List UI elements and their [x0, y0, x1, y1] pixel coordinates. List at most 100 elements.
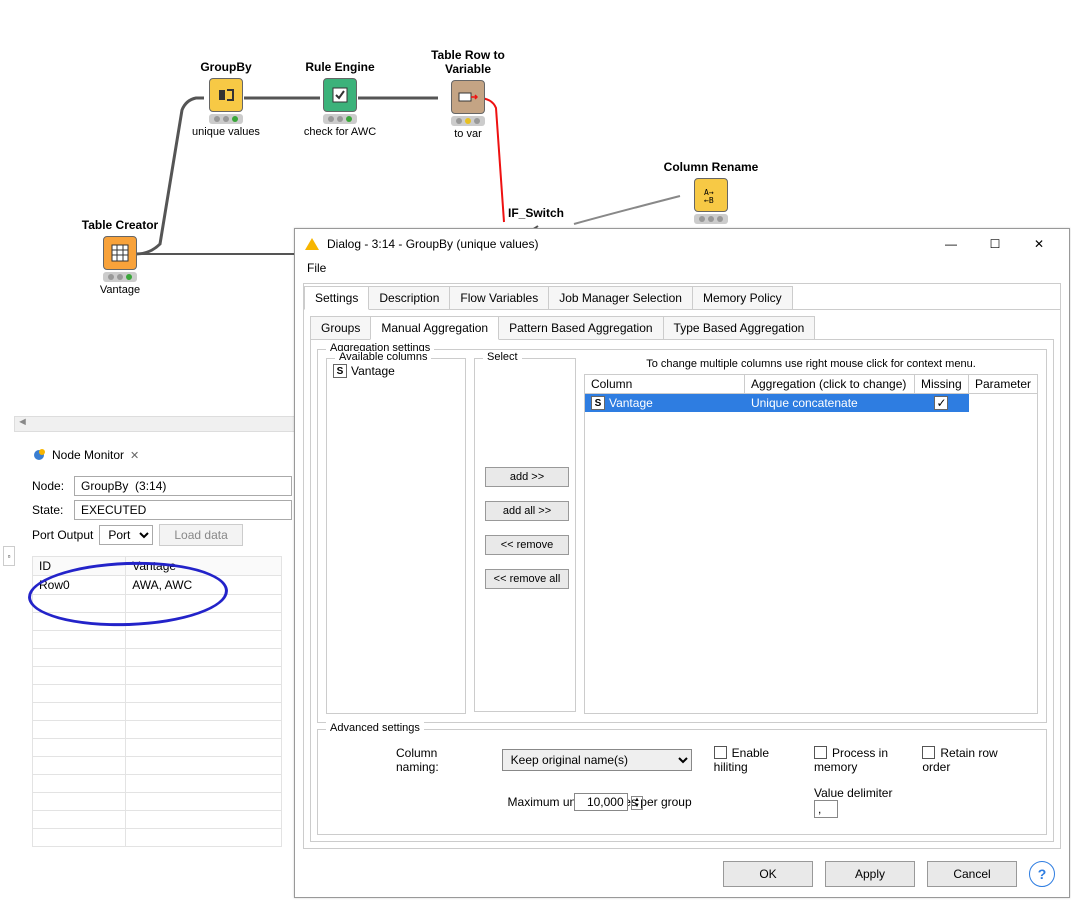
minimize-button[interactable]: — — [929, 230, 973, 258]
node-icon — [209, 78, 243, 112]
aggregation-hint: To change multiple columns use right mou… — [584, 358, 1038, 374]
sub-tabs: Groups Manual Aggregation Pattern Based … — [310, 314, 1054, 340]
tab-settings[interactable]: Settings — [304, 286, 369, 310]
node-if-switch[interactable]: IF_Switch — [496, 206, 576, 224]
retain-row-order-checkbox[interactable]: Retain row order — [922, 746, 998, 774]
node-rule-engine[interactable]: Rule Engine check for AWC — [300, 60, 380, 138]
agg-parameter-cell[interactable] — [969, 394, 1037, 412]
agg-column-value: Vantage — [609, 396, 653, 410]
available-columns-list[interactable]: S Vantage — [331, 363, 461, 707]
main-tabs: Settings Description Flow Variables Job … — [304, 284, 1060, 310]
value-delimiter-label: Value delimiter — [814, 786, 892, 800]
tab-memory-policy[interactable]: Memory Policy — [692, 286, 793, 309]
port-select[interactable]: Port 0 — [99, 525, 153, 545]
file-menu[interactable]: File — [295, 259, 1069, 281]
subtab-type-aggregation[interactable]: Type Based Aggregation — [663, 316, 816, 339]
node-icon: A→←B — [694, 178, 728, 212]
remove-button[interactable]: << remove — [485, 535, 569, 555]
aggregation-row[interactable]: S Vantage Unique concatenate ✓ — [585, 394, 1037, 412]
apply-button[interactable]: Apply — [825, 861, 915, 887]
enable-hiliting-checkbox[interactable]: Enable hiliting — [714, 746, 792, 774]
column-naming-select[interactable]: Keep original name(s) — [502, 749, 692, 771]
node-tablerow-variable[interactable]: Table Row to Variable to var — [418, 48, 518, 140]
node-title: Rule Engine — [300, 60, 380, 74]
header-column[interactable]: Column — [585, 375, 745, 393]
node-table-creator[interactable]: Table Creator Vantage — [80, 218, 160, 296]
tab-flow-variables[interactable]: Flow Variables — [449, 286, 549, 309]
groupby-dialog: Dialog - 3:14 - GroupBy (unique values) … — [294, 228, 1070, 898]
header-missing[interactable]: Missing — [915, 375, 969, 393]
node-status — [209, 114, 243, 124]
table-row[interactable]: Row0 AWA, AWC — [33, 576, 282, 595]
dialog-titlebar[interactable]: Dialog - 3:14 - GroupBy (unique values) … — [295, 229, 1069, 259]
node-status — [694, 214, 728, 224]
tab-job-manager[interactable]: Job Manager Selection — [548, 286, 693, 309]
state-label: State: — [32, 503, 68, 517]
node-desc: Vantage — [80, 284, 160, 296]
node-icon — [323, 78, 357, 112]
node-desc: check for AWC — [300, 126, 380, 138]
node-label: Node: — [32, 479, 68, 493]
add-all-button[interactable]: add all >> — [485, 501, 569, 521]
spinner-down-icon[interactable]: ▼ — [632, 803, 642, 809]
node-monitor-panel: Node Monitor ✕ Node: State: Port Output … — [32, 448, 292, 847]
column-naming-label: Column naming: — [396, 746, 480, 774]
header-parameter[interactable]: Parameter — [969, 375, 1037, 393]
state-field[interactable] — [74, 500, 292, 520]
node-title: GroupBy — [186, 60, 266, 74]
ok-button[interactable]: OK — [723, 861, 813, 887]
tab-description[interactable]: Description — [368, 286, 450, 309]
port-output-label: Port Output — [32, 528, 93, 542]
cell-id: Row0 — [33, 576, 126, 595]
table-header-id[interactable]: ID — [33, 557, 126, 576]
aggregation-table[interactable]: Column Aggregation (click to change) Mis… — [584, 374, 1038, 714]
cell-vantage: AWA, AWC — [126, 576, 282, 595]
node-status — [451, 116, 485, 126]
node-title: Column Rename — [656, 160, 766, 174]
subtab-pattern-aggregation[interactable]: Pattern Based Aggregation — [498, 316, 663, 339]
select-panel: Select add >> add all >> << remove << re… — [474, 358, 576, 712]
side-handle-icon[interactable]: ▫ — [3, 546, 15, 566]
value-delimiter-input[interactable] — [814, 800, 838, 818]
table-header-vantage[interactable]: Vantage — [126, 557, 282, 576]
maximize-button[interactable]: ☐ — [973, 230, 1017, 258]
list-item[interactable]: S Vantage — [331, 363, 461, 379]
help-button[interactable]: ? — [1029, 861, 1055, 887]
node-field[interactable] — [74, 476, 292, 496]
node-icon — [451, 80, 485, 114]
agg-method-value: Unique concatenate — [751, 396, 858, 410]
available-columns-label: Available columns — [335, 351, 431, 363]
missing-checkbox[interactable]: ✓ — [934, 396, 948, 410]
monitor-icon — [32, 448, 46, 462]
cancel-button[interactable]: Cancel — [927, 861, 1017, 887]
add-button[interactable]: add >> — [485, 467, 569, 487]
header-aggregation[interactable]: Aggregation (click to change) — [745, 375, 915, 393]
string-type-icon: S — [591, 396, 605, 410]
node-column-rename[interactable]: Column Rename A→←B — [656, 160, 766, 226]
node-monitor-title: Node Monitor — [52, 448, 124, 462]
node-monitor-tab[interactable]: Node Monitor ✕ — [32, 448, 292, 466]
subtab-manual-aggregation[interactable]: Manual Aggregation — [370, 316, 499, 340]
load-data-button[interactable]: Load data — [159, 524, 242, 546]
node-desc: unique values — [186, 126, 266, 138]
dialog-title: Dialog - 3:14 - GroupBy (unique values) — [327, 237, 538, 251]
dialog-icon — [305, 238, 319, 250]
node-title: Table Creator — [80, 218, 160, 232]
process-in-memory-checkbox[interactable]: Process in memory — [814, 746, 900, 774]
close-button[interactable]: ✕ — [1017, 230, 1061, 258]
output-table[interactable]: ID Vantage Row0 AWA, AWC — [32, 556, 282, 847]
aggregation-header: Column Aggregation (click to change) Mis… — [585, 375, 1037, 394]
select-label: Select — [483, 351, 522, 363]
agg-method-cell[interactable]: Unique concatenate — [745, 394, 915, 412]
node-title: IF_Switch — [496, 206, 576, 220]
remove-all-button[interactable]: << remove all — [485, 569, 569, 589]
node-title: Table Row to Variable — [418, 48, 518, 76]
advanced-settings-label: Advanced settings — [326, 722, 424, 734]
subtab-groups[interactable]: Groups — [310, 316, 371, 339]
close-icon[interactable]: ✕ — [130, 449, 139, 462]
aggregation-settings-group: Aggregation settings Available columns S… — [317, 349, 1047, 723]
node-groupby[interactable]: GroupBy unique values — [186, 60, 266, 138]
node-icon — [103, 236, 137, 270]
max-unique-input[interactable] — [574, 793, 628, 811]
string-type-icon: S — [333, 364, 347, 378]
